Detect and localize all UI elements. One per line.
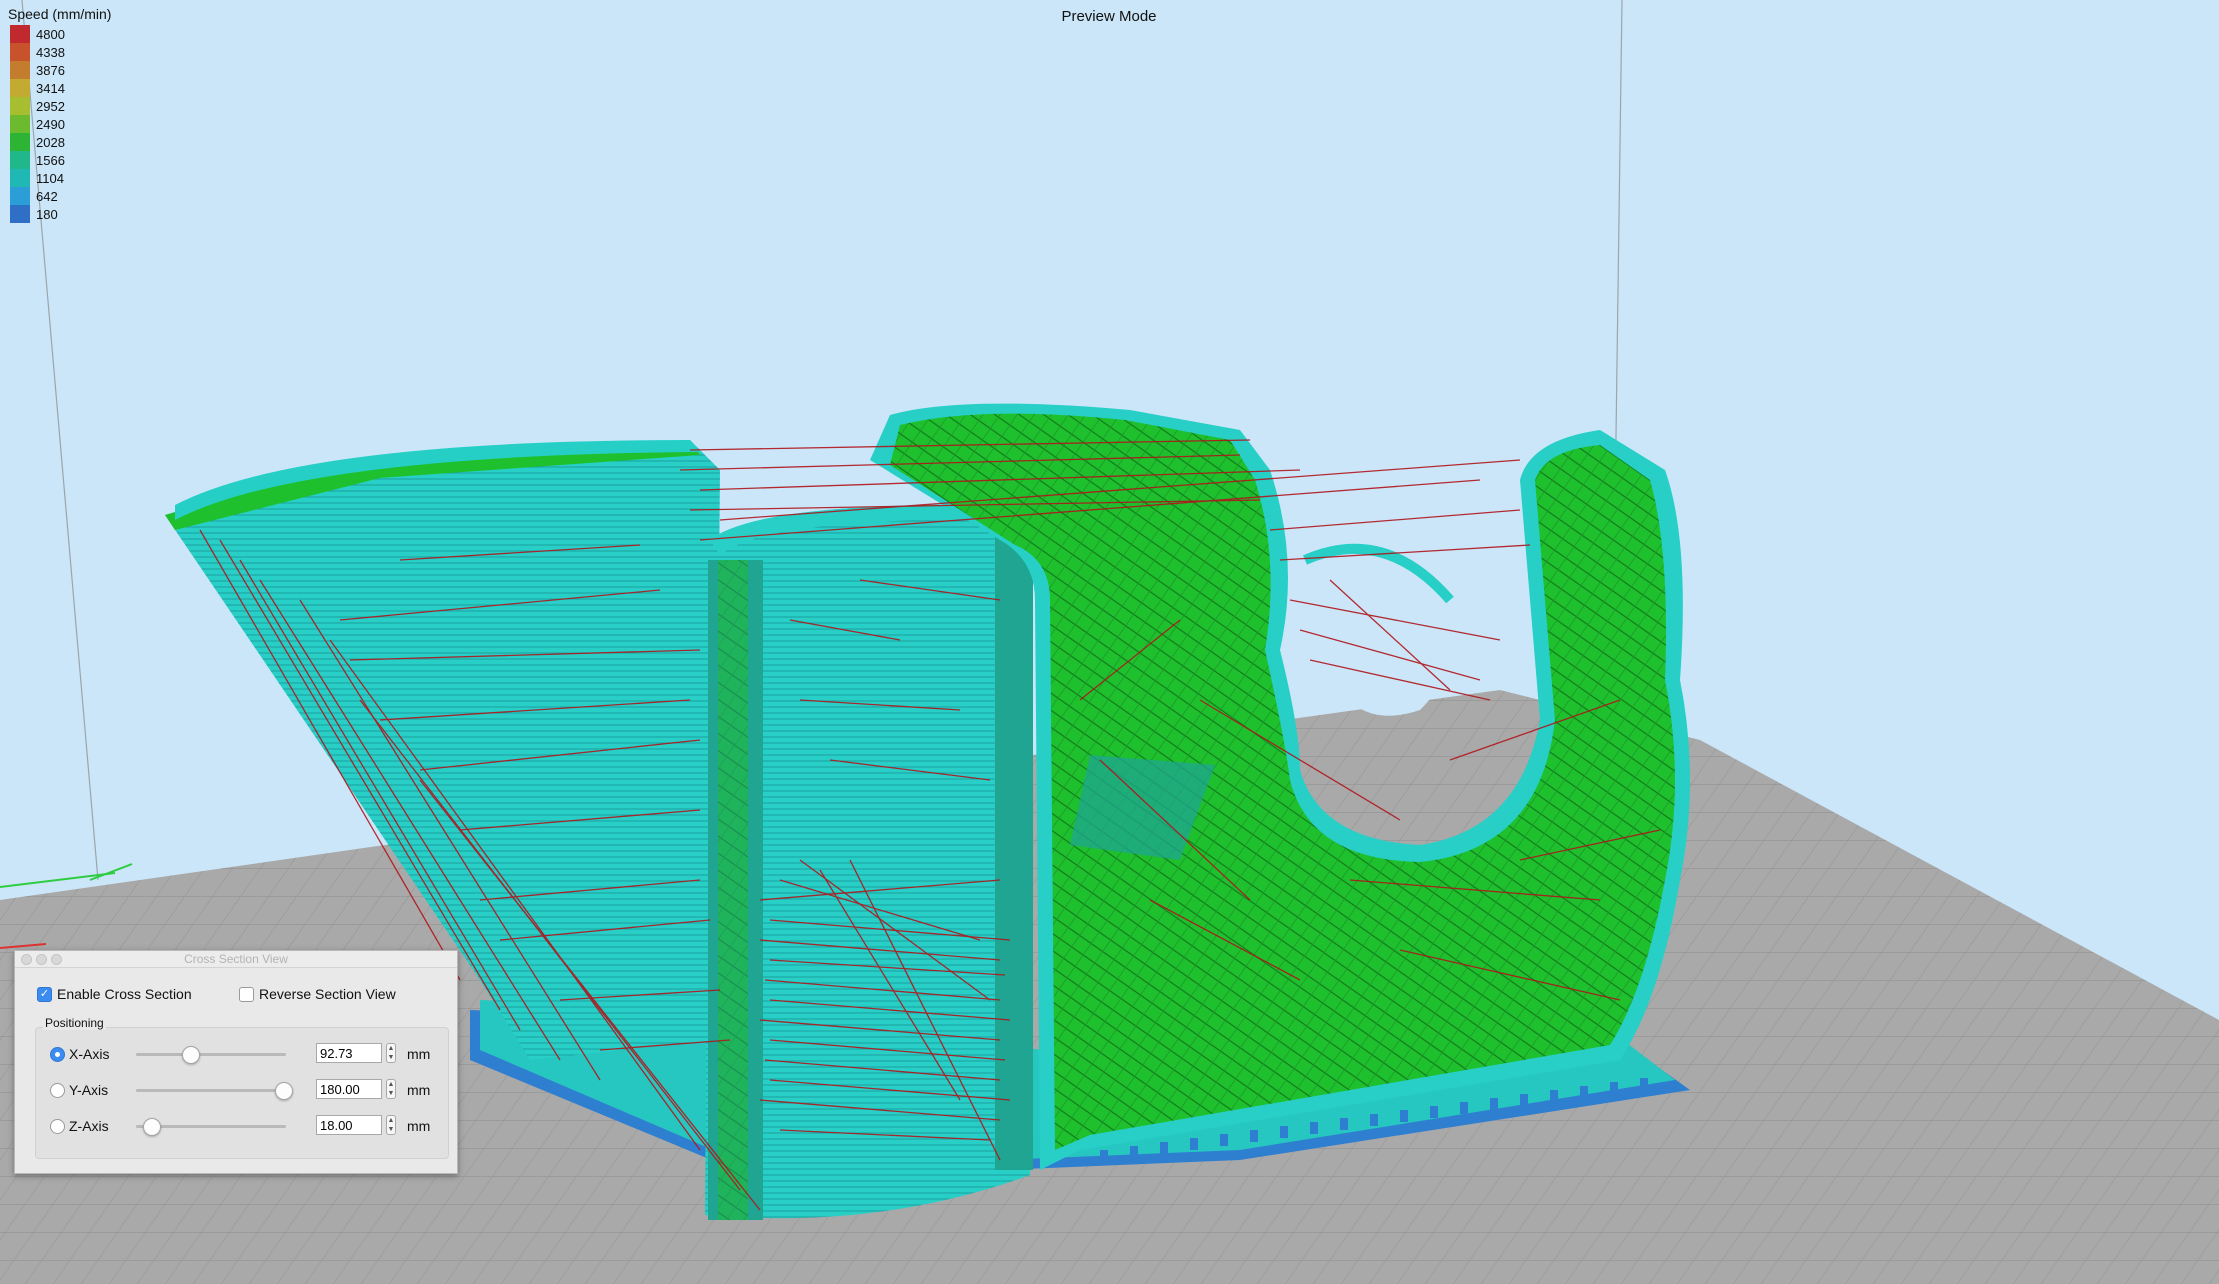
legend-value: 2952 [36,98,65,114]
reverse-section-checkbox[interactable] [239,986,254,1002]
legend-row: 2490 [8,115,111,133]
z-axis-stepper[interactable]: ▲ ▼ [386,1115,396,1135]
legend-value: 642 [36,188,58,204]
legend-swatch [10,115,30,133]
legend-value: 4338 [36,44,65,60]
legend-swatch [10,97,30,115]
legend-row: 4800 [8,25,111,43]
x-axis-value-input[interactable] [316,1043,382,1063]
minimize-icon[interactable] [36,954,47,965]
y-axis-radio[interactable] [50,1083,65,1098]
preview-mode-title: Preview Mode [1061,8,1156,25]
z-axis-row: Z-Axis ▲▼ mm [50,1114,440,1138]
x-axis-slider[interactable] [136,1046,286,1064]
legend-swatch [10,187,30,205]
legend-value: 1104 [36,170,64,186]
y-axis-label: Y-Axis [69,1082,109,1098]
legend-swatch [10,61,30,79]
x-axis-label: X-Axis [69,1046,110,1062]
legend-swatch [10,151,30,169]
reverse-section-label: Reverse Section View [259,986,396,1002]
z-axis-label: Z-Axis [69,1118,109,1134]
z-axis-slider[interactable] [136,1118,286,1136]
legend-value: 2028 [36,134,65,150]
legend-value: 3414 [36,80,65,96]
y-axis-slider-knob[interactable] [275,1082,293,1100]
legend-value: 2490 [36,116,65,132]
legend-swatch [10,169,30,187]
legend-row: 642 [8,187,111,205]
legend-value: 1566 [36,152,65,168]
legend-row: 2028 [8,133,111,151]
reverse-section-toggle[interactable]: Reverse Section View [239,986,396,1002]
legend-row: 2952 [8,97,111,115]
legend-row: 4338 [8,43,111,61]
x-axis-row: X-Axis ▲▼ mm [50,1042,440,1066]
legend-title: Speed (mm/min) [8,6,112,22]
close-icon[interactable] [21,954,32,965]
cross-section-panel: Cross Section View ✓ Enable Cross Sectio… [14,950,458,1174]
legend-row: 180 [8,205,111,223]
legend-swatch [10,79,30,97]
legend-swatch [10,25,30,43]
z-axis-slider-knob[interactable] [143,1118,161,1136]
legend-swatch [10,43,30,61]
z-axis-radio[interactable] [50,1119,65,1134]
legend-row: 3414 [8,79,111,97]
y-axis-row: Y-Axis ▲▼ mm [50,1078,440,1102]
legend-value: 180 [36,206,58,222]
legend-value: 4800 [36,26,65,42]
legend-row: 3876 [8,61,111,79]
enable-cross-section-label: Enable Cross Section [57,986,192,1002]
cross-section-titlebar[interactable]: Cross Section View [15,951,457,968]
maximize-icon[interactable] [51,954,62,965]
legend-value: 3876 [36,62,65,78]
z-axis-value-input[interactable] [316,1115,382,1135]
legend-row: 1104 [8,169,111,187]
x-axis-unit: mm [407,1046,431,1062]
y-axis-unit: mm [407,1082,431,1098]
y-axis-value-input[interactable] [316,1079,382,1099]
legend-row: 1566 [8,151,111,169]
y-axis-stepper[interactable]: ▲ ▼ [386,1079,396,1099]
legend-swatch [10,133,30,151]
x-axis-stepper[interactable]: ▲ ▼ [386,1043,396,1063]
enable-cross-section-toggle[interactable]: ✓ Enable Cross Section [37,986,192,1002]
z-axis-unit: mm [407,1118,431,1134]
x-axis-radio[interactable] [50,1047,65,1062]
x-axis-slider-knob[interactable] [182,1046,200,1064]
positioning-label: Positioning [43,1016,106,1030]
cross-section-window-title: Cross Section View [184,952,288,966]
positioning-group: X-Axis ▲▼ mm Y-Axis ▲▼ mm Z-Axis ▲ [35,1027,449,1159]
enable-cross-section-checkbox[interactable]: ✓ [37,986,52,1002]
speed-legend: Speed (mm/min) 4800 4338 3876 3414 2952 2490 2… [8,6,111,223]
y-axis-slider[interactable] [136,1082,293,1100]
legend-swatch [10,205,30,223]
